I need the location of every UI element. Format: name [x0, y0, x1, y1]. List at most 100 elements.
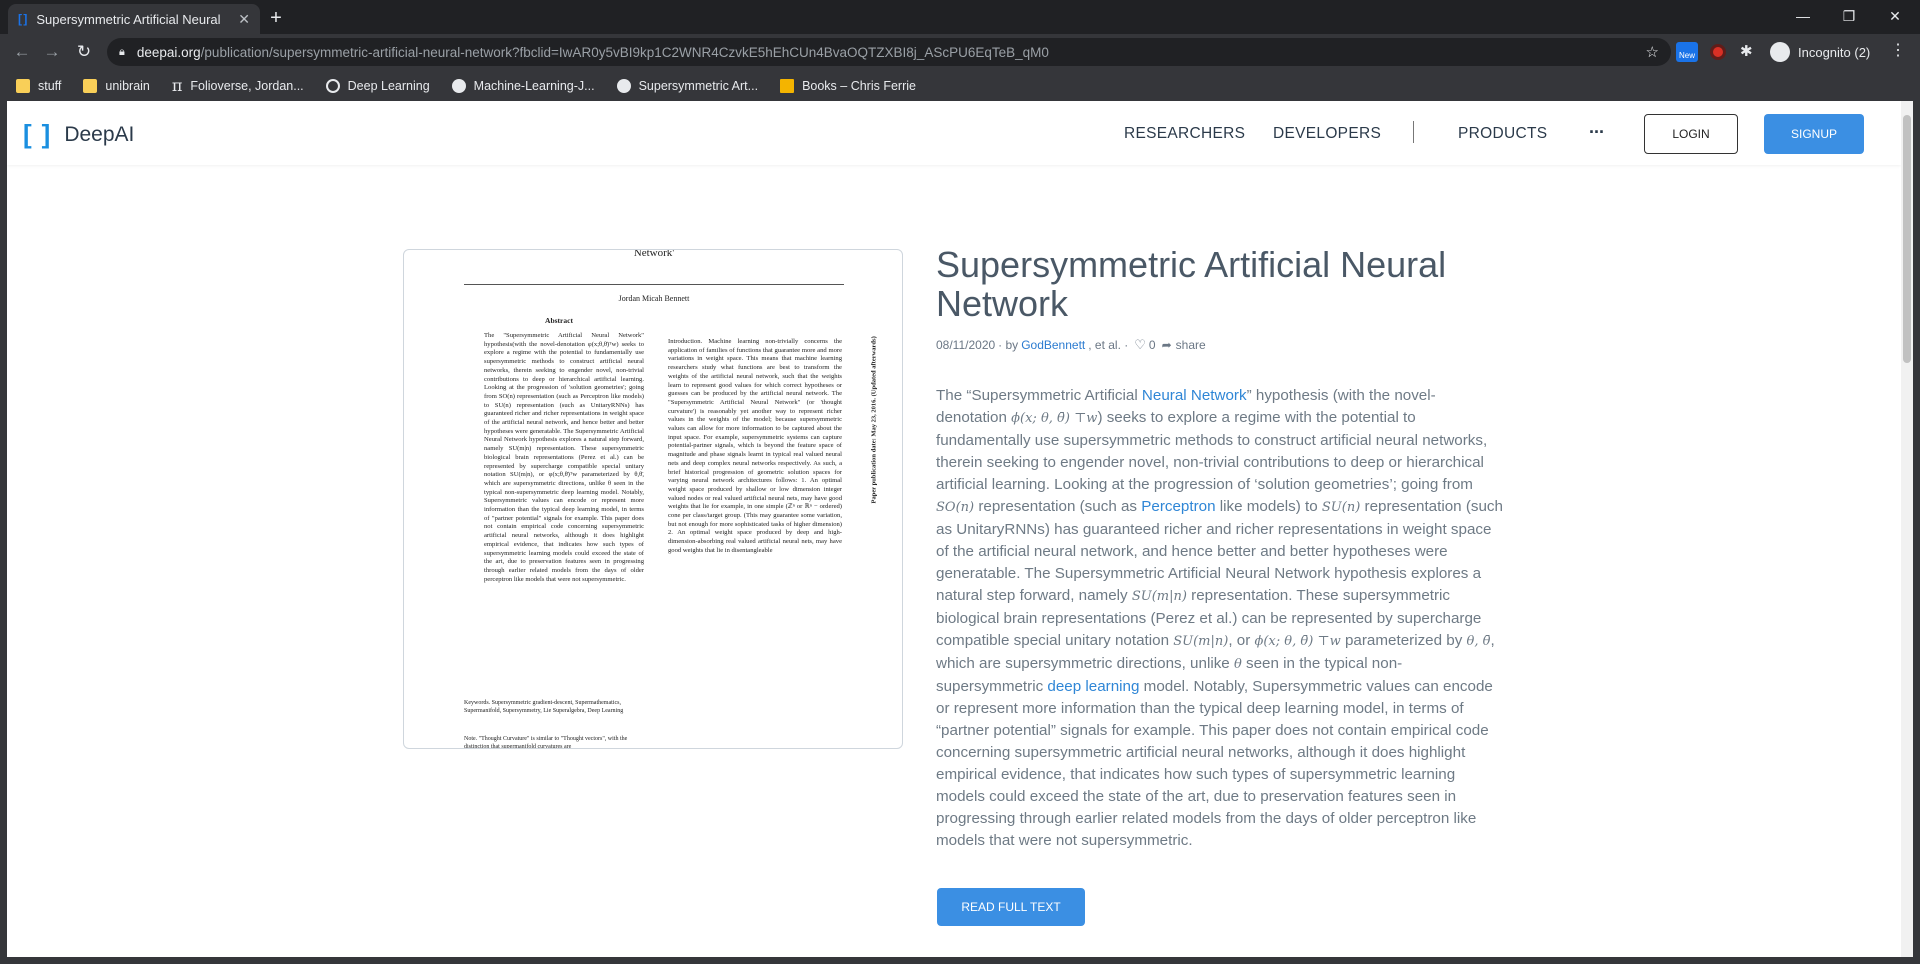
preview-title: Network': [633, 249, 675, 259]
preview-side-text: Paper publication date: May 23, 2016. (U…: [870, 336, 878, 504]
abstract-text: model. Notably, Supersymmetric values ca…: [936, 678, 1493, 849]
extension-record-icon[interactable]: [1710, 44, 1726, 60]
bookmark-item[interactable]: unibrain: [83, 78, 150, 93]
heart-icon[interactable]: ♡: [1134, 337, 1146, 353]
page-viewport: [] DeepAI RESEARCHERS DEVELOPERS PRODUCT…: [7, 101, 1913, 957]
bookmark-item[interactable]: π Folioverse, Jordan...: [171, 75, 304, 95]
extensions-puzzle-icon[interactable]: ✱: [1740, 42, 1762, 62]
preview-keywords: Keywords. Supersymmetric gradient-descen…: [464, 700, 624, 714]
bookmark-item[interactable]: Books – Chris Ferrie: [780, 78, 916, 93]
scrollbar-thumb[interactable]: [1903, 115, 1911, 363]
abstract-text: like models) to: [1215, 498, 1322, 515]
url-path: /publication/supersymmetric-artificial-n…: [200, 44, 1049, 60]
bookmark-label: Folioverse, Jordan...: [190, 78, 304, 93]
math-theta: θ: [1233, 657, 1242, 672]
bookmark-item[interactable]: Machine-Learning-J...: [451, 78, 595, 93]
abstract-text: parameterized by: [1340, 632, 1467, 649]
article-meta: 08/11/2020 · by GodBennett , et al. · ♡ …: [936, 337, 1206, 353]
abstract-text: representation (such as: [974, 498, 1142, 515]
extension-new-icon[interactable]: New: [1676, 42, 1698, 62]
incognito-icon: [1770, 42, 1790, 62]
incognito-profile-button[interactable]: Incognito (2): [1770, 40, 1870, 64]
nav-researchers[interactable]: RESEARCHERS: [1124, 125, 1245, 143]
tab-title: Supersymmetric Artificial Neural: [36, 11, 221, 27]
bookmark-item[interactable]: Deep Learning: [325, 78, 430, 93]
book-icon: [780, 78, 795, 93]
github-icon: [616, 78, 631, 93]
math-theta: θ, θ̄: [1466, 634, 1491, 649]
math-su-mn: SU(m|n): [1173, 634, 1229, 649]
by-label: · by: [998, 338, 1019, 352]
close-window-button[interactable]: ✕: [1872, 4, 1918, 28]
profile-label: Incognito (2): [1798, 44, 1871, 60]
deepai-favicon-icon: [ ]: [18, 12, 27, 26]
new-tab-button[interactable]: +: [262, 6, 290, 30]
abstract-text: The “Supersymmetric Artificial: [936, 387, 1142, 404]
preview-abstract-heading: Abstract: [545, 316, 573, 325]
publish-date: 08/11/2020: [936, 338, 996, 352]
nav-more-icon[interactable]: ...: [1589, 117, 1604, 138]
github-icon: [451, 78, 466, 93]
share-icon[interactable]: ➦: [1162, 338, 1172, 352]
preview-note: Note. "Thought Curvature" is similar to …: [464, 736, 628, 749]
restore-button[interactable]: ❐: [1826, 4, 1872, 28]
browser-menu-icon[interactable]: ⋮: [1890, 40, 1906, 60]
bookmark-label: Deep Learning: [347, 78, 430, 93]
math-su-n: SU(n): [1321, 500, 1361, 515]
url-domain: deepai.org: [136, 44, 201, 60]
neural-network-link[interactable]: Neural Network: [1142, 387, 1247, 404]
site-header: [] DeepAI RESEARCHERS DEVELOPERS PRODUCT…: [7, 101, 1901, 165]
preview-author: Jordan Micah Bennett: [618, 294, 690, 303]
bookmark-label: Machine-Learning-J...: [473, 78, 595, 93]
address-bar[interactable]: 🔒︎ deepai.org /publication/supersymmetri…: [107, 38, 1671, 66]
preview-rule: [464, 284, 844, 285]
preview-left-column: The "Supersymmetric Artificial Neural Ne…: [484, 332, 644, 583]
bookmark-star-icon[interactable]: ☆: [1646, 43, 1659, 61]
article-abstract: The “Supersymmetric Artificial Neural Ne…: [936, 385, 1504, 852]
math-so-n: SO(n): [936, 500, 975, 515]
et-al-label: , et al. ·: [1088, 338, 1129, 352]
tab-close-icon[interactable]: ✕: [238, 11, 250, 28]
author-link[interactable]: GodBennett: [1021, 338, 1085, 352]
math-phi: ϕ(x; θ, θ̄) ⊤w: [1011, 411, 1098, 426]
math-su-mn: SU(m|n): [1131, 589, 1187, 604]
reload-button[interactable]: ↻: [72, 40, 96, 64]
bookmark-item[interactable]: Supersymmetric Art...: [616, 78, 759, 93]
paper-preview-image[interactable]: Network' Jordan Micah Bennett Abstract T…: [403, 249, 903, 749]
globe-icon: [325, 78, 340, 93]
like-count: 0: [1148, 338, 1156, 352]
nav-products[interactable]: PRODUCTS: [1458, 125, 1547, 143]
perceptron-link[interactable]: Perceptron: [1141, 498, 1215, 515]
forward-button[interactable]: →: [40, 40, 64, 64]
folder-icon: [83, 78, 98, 93]
signup-button[interactable]: SIGNUP: [1764, 114, 1864, 154]
share-link[interactable]: share: [1176, 338, 1206, 352]
tab-active[interactable]: [ ] Supersymmetric Artificial Neural ✕: [8, 4, 260, 34]
math-phi: ϕ(x; θ, θ̄) ⊤w: [1254, 634, 1341, 649]
page-scrollbar[interactable]: [1901, 101, 1913, 957]
preview-side-label: Paper publication date: May 23, 2016. (U…: [864, 310, 878, 510]
logo-text: DeepAI: [64, 122, 135, 146]
nav-developers[interactable]: DEVELOPERS: [1273, 125, 1381, 143]
lock-icon: 🔒︎: [119, 45, 125, 58]
folder-icon: [16, 78, 30, 93]
tab-strip: [ ] Supersymmetric Artificial Neural ✕ +…: [0, 0, 1920, 34]
deep-learning-link[interactable]: deep learning: [1047, 678, 1139, 695]
preview-right-column: Introduction. Machine learning non-trivi…: [668, 338, 842, 554]
deepai-logo[interactable]: [] DeepAI: [23, 119, 134, 150]
pi-icon: π: [171, 75, 183, 95]
login-button[interactable]: LOGIN: [1644, 114, 1738, 154]
bookmarks-bar: stuff unibrain π Folioverse, Jordan... Deep …: [0, 70, 1920, 101]
bookmark-label: stuff: [38, 78, 62, 93]
nav-divider: [1413, 121, 1414, 143]
abstract-text: , or: [1228, 632, 1255, 649]
browser-window: [ ] Supersymmetric Artificial Neural ✕ +…: [0, 0, 1920, 964]
read-full-text-button[interactable]: READ FULL TEXT: [937, 888, 1085, 926]
minimize-button[interactable]: —: [1780, 4, 1826, 28]
bookmark-label: Books – Chris Ferrie: [802, 78, 916, 93]
bookmark-item[interactable]: stuff: [16, 78, 62, 93]
bookmark-label: Supersymmetric Art...: [638, 78, 759, 93]
bookmark-label: unibrain: [105, 78, 150, 93]
logo-brackets-icon: []: [23, 119, 61, 149]
back-button[interactable]: ←: [10, 40, 34, 64]
